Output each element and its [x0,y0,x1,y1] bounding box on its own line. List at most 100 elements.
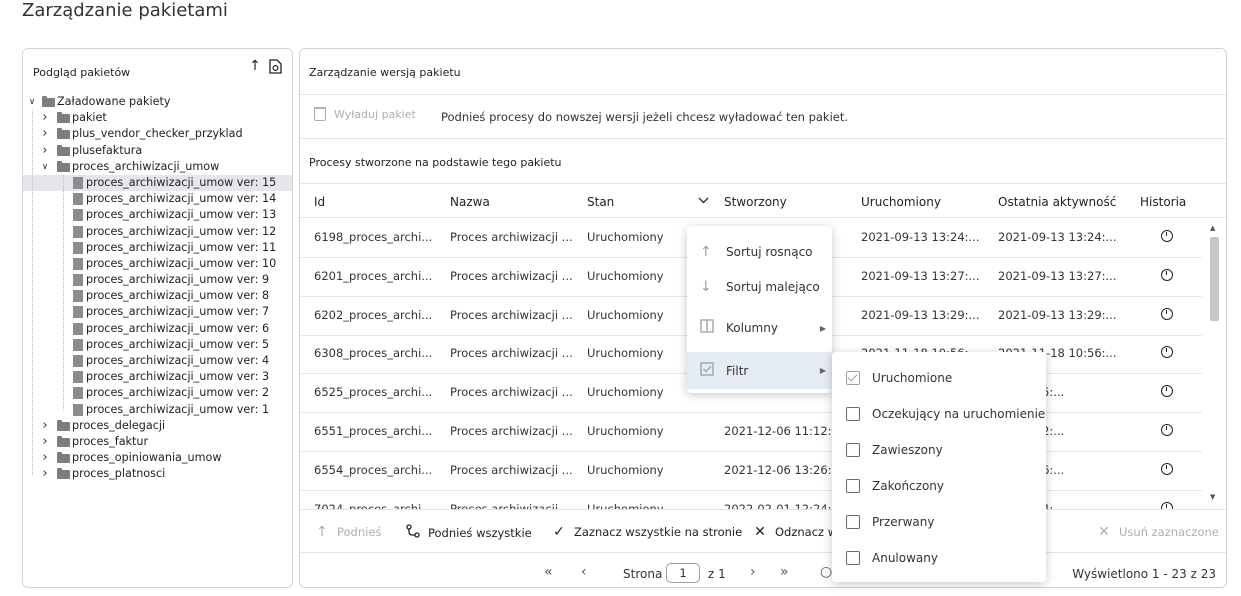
history-clock-icon[interactable] [1161,230,1173,242]
raise-button[interactable]: ↑ Podnieś [315,524,381,540]
history-clock-icon[interactable] [1161,501,1173,509]
folder-icon [57,160,70,172]
chevron-right-icon[interactable]: › [40,450,50,466]
filter-option[interactable]: Uruchomione [832,360,1046,396]
tree-node-label: proces_archiwizacji_umow ver: 13 [86,208,277,222]
filter-option-label: Anulowany [872,551,938,565]
scroll-down-icon[interactable]: ▼ [1210,493,1215,501]
tree-node-package[interactable]: › proces_opiniowania_umow [23,450,292,466]
filter-checkbox[interactable] [846,515,860,529]
upload-arrow-icon[interactable]: ↑ [248,58,262,74]
deselect-all-label: Odznacz w [775,525,838,539]
cell-id: 6525_proces_archi... [314,385,433,400]
column-header-started[interactable]: Uruchomiony [861,195,941,209]
scroll-thumb[interactable] [1210,237,1219,321]
cell-id: 6554_proces_archi... [314,462,433,477]
first-page-icon[interactable]: « [544,564,553,580]
table-row[interactable]: 6554_proces_archi... Proces archiwizacji … [300,452,1202,491]
filter-option[interactable]: Zawieszony [832,432,1046,468]
chevron-right-icon[interactable]: › [40,418,50,434]
previous-page-icon[interactable]: ‹ [581,564,587,580]
tree-node-package[interactable]: › pakiet [23,110,292,126]
page-title: Zarządzanie pakietami [22,0,228,21]
deselect-all-button[interactable]: ✕ Odznacz w [753,524,837,540]
filter-option[interactable]: Przerwany [832,504,1046,540]
tree-node-label: proces_faktur [72,434,149,448]
filter-option[interactable]: Oczekujący na uruchomienie [832,396,1046,432]
filter-checkbox[interactable] [846,407,860,421]
tree-guide-line [63,175,64,410]
sort-descending-label: Sortuj malejąco [726,280,820,294]
package-tree-title: Podgląd pakietów [33,66,131,79]
grid-toolbar: ↑ Podnieś Podnieś wszystkie ✓ Zaznacz ws… [300,509,1226,552]
filter-checkbox[interactable] [846,443,860,457]
arrow-down-icon: ↓ [700,279,712,295]
unload-package-button[interactable]: Wyładuj pakiet [314,107,416,121]
chevron-right-icon[interactable]: › [40,466,50,482]
column-menu-chevron-icon[interactable] [698,194,709,207]
tree-node-label: proces_archiwizacji_umow ver: 14 [86,192,277,206]
cell-id: 6198_proces_archi... [314,230,433,244]
grid-scrollbar[interactable]: ▲ ▼ [1207,219,1220,509]
history-clock-icon[interactable] [1161,346,1173,359]
tree-node-package[interactable]: › plus_vendor_checker_przyklad [23,126,292,142]
column-header-history[interactable]: Historia [1140,195,1186,209]
page-number-input[interactable]: 1 [666,563,700,583]
chevron-down-icon[interactable]: ∨ [27,94,37,110]
columns-item[interactable]: Kolumny ▶ [687,310,832,346]
chevron-right-icon[interactable]: › [40,110,50,126]
cell-id: 6201_proces_archi... [314,268,433,283]
chevron-right-icon[interactable]: › [40,143,50,159]
cell-created: 2021-12-06 11:12:... [724,424,843,438]
tree-node-package[interactable]: › proces_faktur [23,434,292,450]
table-row[interactable]: 7024_proces_archi... Proces archiwizacji … [300,491,1202,509]
cell-state: Uruchomiony [587,385,664,400]
history-clock-icon[interactable] [1161,424,1173,436]
history-clock-icon[interactable] [1161,462,1173,475]
history-clock-icon[interactable] [1161,268,1173,281]
refresh-file-icon[interactable] [268,58,282,74]
history-clock-icon[interactable] [1161,385,1173,398]
next-page-icon[interactable]: › [750,564,756,580]
sort-ascending-item[interactable]: ↑ Sortuj rosnąco [687,234,832,270]
submenu-arrow-icon: ▶ [819,366,826,375]
tree-node-package[interactable]: ∨ proces_archiwizacji_umow [23,159,292,175]
sort-descending-item[interactable]: ↓ Sortuj malejąco [687,269,832,305]
pager: « ‹ Strona 1 z 1 › » ○ Wyświetlono 1 - 2… [300,552,1226,587]
cell-created: 2022-02-01 12:24:... [724,501,843,509]
raise-all-label: Podnieś wszystkie [428,526,532,540]
last-page-icon[interactable]: » [780,564,789,580]
tree-node-root[interactable]: ∨ Załadowane pakiety [23,94,292,110]
filter-item[interactable]: Filtr ▶ [687,352,832,389]
history-clock-icon[interactable] [1161,307,1173,320]
column-header-id[interactable]: Id [314,195,325,209]
table-row[interactable]: 6551_proces_archi... Proces archiwizacji … [300,413,1202,452]
filter-option[interactable]: Zakończony [832,468,1046,504]
select-all-button[interactable]: ✓ Zaznacz wszystkie na stronie [552,524,742,540]
tree-node-package[interactable]: › proces_platnosci [23,466,292,482]
filter-option-label: Uruchomione [872,371,953,385]
raise-all-button[interactable]: Podnieś wszystkie [406,524,532,542]
filter-checkbox[interactable] [846,371,860,385]
scroll-up-icon[interactable]: ▲ [1210,224,1215,232]
tree-node-package[interactable]: › plusefaktura [23,143,292,159]
refresh-icon[interactable]: ○ [820,564,832,580]
column-header-name[interactable]: Nazwa [450,195,490,209]
tree-node-label: pakiet [72,111,107,125]
close-icon: ✕ [1098,524,1110,540]
chevron-down-icon[interactable]: ∨ [40,159,50,175]
column-header-state[interactable]: Stan [587,195,614,209]
chevron-right-icon[interactable]: › [40,434,50,450]
cell-last-activity: 2021-09-13 13:24:... [998,230,1117,244]
cell-name: Proces archiwizacji ... [450,462,573,477]
filter-checkbox[interactable] [846,551,860,565]
arrow-up-icon: ↑ [316,524,328,540]
filter-checkbox[interactable] [846,479,860,493]
tree-node-package[interactable]: › proces_delegacji [23,418,292,434]
chevron-right-icon[interactable]: › [40,126,50,142]
filter-option[interactable]: Anulowany [832,540,1046,576]
cell-name: Proces archiwizacji ... [450,268,573,283]
column-header-created[interactable]: Stworzony [724,195,787,209]
remove-selected-button[interactable]: ✕ Usuń zaznaczone [1097,524,1219,540]
column-header-last-activity[interactable]: Ostatnia aktywność [998,195,1116,209]
